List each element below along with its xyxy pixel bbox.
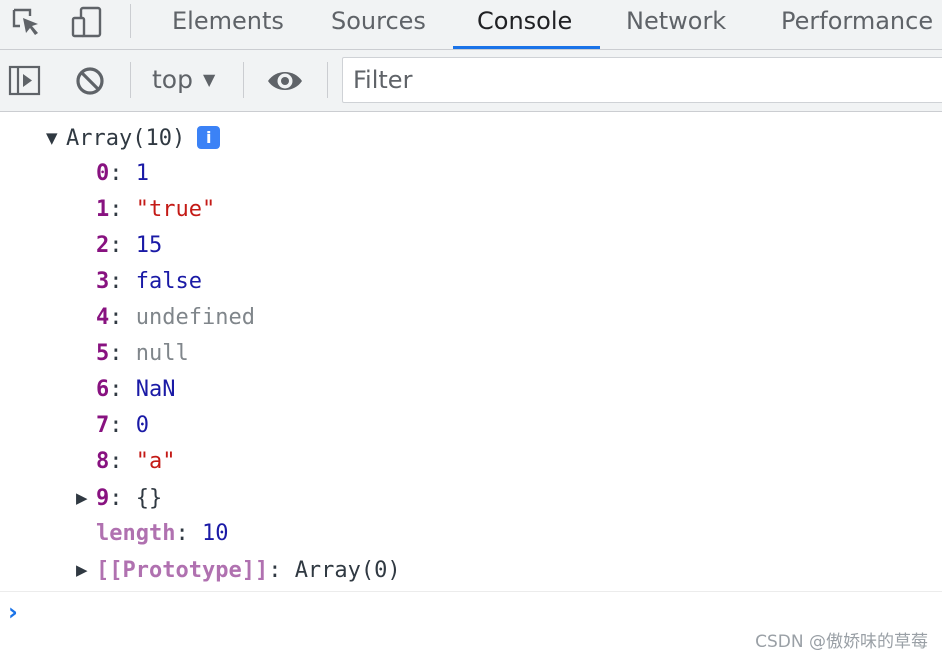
array-entry: 7: 0 — [96, 413, 149, 438]
context-label: top — [152, 65, 193, 94]
array-entry: 6: NaN — [96, 377, 176, 402]
filter-input[interactable] — [342, 57, 942, 103]
length-entry: length: 10 — [96, 521, 229, 546]
entry-key: 2 — [96, 233, 110, 258]
entry-key: 0 — [96, 161, 110, 186]
array-entry: 3: false — [96, 269, 202, 294]
entry-value: NaN — [135, 377, 176, 402]
entry-value: null — [135, 341, 189, 366]
collapsed-triangle-icon[interactable]: ▶ — [76, 554, 96, 586]
toolbar-separator — [243, 62, 244, 98]
entry-value: false — [135, 269, 202, 294]
array-entry: 5: null — [96, 341, 189, 366]
watermark: CSDN @傲娇味的草莓 — [755, 632, 928, 652]
tab-elements[interactable]: Elements — [172, 0, 284, 49]
device-toolbar-icon[interactable] — [69, 4, 105, 40]
context-selector[interactable]: top ▼ — [152, 60, 215, 100]
dropdown-arrow-icon: ▼ — [202, 70, 216, 89]
entry-key: 5 — [96, 341, 110, 366]
length-value: 10 — [201, 521, 229, 546]
tab-sources[interactable]: Sources — [331, 0, 426, 49]
live-expression-eye-icon[interactable] — [266, 66, 304, 100]
entry-value: "a" — [135, 449, 176, 474]
array-entry: 1: "true" — [96, 197, 216, 222]
toolbar-separator — [130, 62, 131, 98]
clear-console-icon[interactable] — [73, 64, 107, 102]
entry-value: 15 — [135, 233, 163, 258]
entry-key: 3 — [96, 269, 110, 294]
info-icon[interactable]: i — [197, 126, 221, 149]
console-toolbar: top ▼ — [0, 50, 942, 112]
array-entry: 0: 1 — [96, 161, 149, 186]
tab-network[interactable]: Network — [626, 0, 726, 49]
prototype-key: [[Prototype]] — [96, 558, 269, 583]
expanded-triangle-icon[interactable]: ▼ — [46, 122, 66, 154]
entry-value: "true" — [135, 197, 216, 222]
tab-performance[interactable]: Performance — [781, 0, 933, 49]
array-summary: Array(10) — [66, 126, 186, 151]
entry-key: 8 — [96, 449, 110, 474]
collapsed-triangle-icon[interactable]: ▶ — [76, 482, 96, 514]
entry-value: {} — [135, 486, 163, 511]
show-sidebar-icon[interactable] — [8, 64, 42, 102]
array-header[interactable]: ▼ Array(10) i — [46, 122, 221, 154]
entry-key: 4 — [96, 305, 110, 330]
prototype-value: Array(0) — [294, 558, 401, 583]
length-key: length — [96, 521, 176, 546]
entry-key: 7 — [96, 413, 110, 438]
entry-key: 9 — [96, 486, 110, 511]
array-entry: 2: 15 — [96, 233, 163, 258]
array-entry-object[interactable]: ▶ 9: {} — [76, 482, 162, 514]
entry-value: undefined — [135, 305, 255, 330]
entry-key: 1 — [96, 197, 110, 222]
tab-bar-separator — [130, 4, 131, 38]
toolbar-separator — [327, 62, 328, 98]
entry-value: 0 — [135, 413, 149, 438]
prompt-chevron-icon: › — [8, 598, 18, 626]
entry-value: 1 — [135, 161, 149, 186]
devtools-tab-bar: Elements Sources Console Network Perform… — [0, 0, 942, 50]
console-output: ▼ Array(10) i 0: 1 1: "true" 2: 15 3: fals… — [0, 112, 942, 659]
entry-key: 6 — [96, 377, 110, 402]
active-tab-indicator — [453, 46, 600, 49]
array-entry: 8: "a" — [96, 449, 176, 474]
tab-console[interactable]: Console — [477, 0, 572, 49]
prototype-entry[interactable]: ▶ [[Prototype]]: Array(0) — [76, 554, 401, 586]
array-entry: 4: undefined — [96, 305, 255, 330]
inspect-element-icon[interactable] — [8, 4, 44, 40]
